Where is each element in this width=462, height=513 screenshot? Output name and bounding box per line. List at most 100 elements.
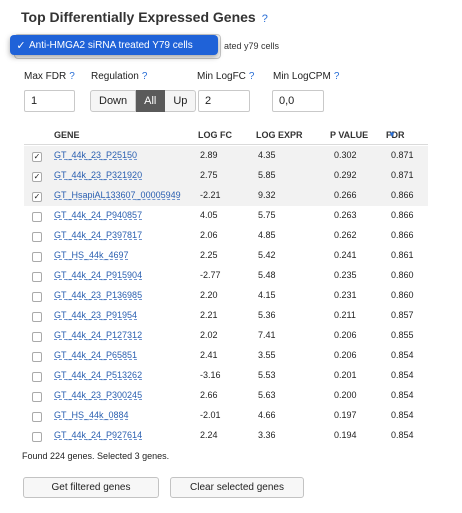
logfc-cell: 2.24 xyxy=(200,430,218,440)
logexpr-cell: 5.53 xyxy=(258,370,276,380)
row-checkbox[interactable] xyxy=(32,432,42,442)
gene-link[interactable]: GT_44k_23_P25150 xyxy=(54,150,137,160)
gene-link[interactable]: GT_44k_23_P136985 xyxy=(54,290,142,300)
logfc-cell: 2.25 xyxy=(200,250,218,260)
table-row: GT_44k_24_P940857 4.05 5.75 0.263 0.866 xyxy=(24,206,428,226)
gene-link[interactable]: GT_HS_44k_0884 xyxy=(54,410,129,420)
gene-link[interactable]: GT_HsapiAL133607_00005949 xyxy=(54,190,181,200)
fdr-cell: 0.866 xyxy=(391,230,414,240)
fdr-cell: 0.854 xyxy=(391,410,414,420)
pvalue-cell: 0.235 xyxy=(334,270,357,280)
logfc-cell: -2.77 xyxy=(200,270,221,280)
clear-selected-genes-button[interactable]: Clear selected genes xyxy=(170,477,304,498)
row-checkbox[interactable]: ✓ xyxy=(32,172,42,182)
fdr-cell: 0.854 xyxy=(391,390,414,400)
logexpr-cell: 3.55 xyxy=(258,350,276,360)
gene-link[interactable]: GT_44k_24_P397817 xyxy=(54,230,142,240)
gene-link[interactable]: GT_44k_23_P321920 xyxy=(54,170,142,180)
gene-link[interactable]: GT_44k_24_P65851 xyxy=(54,350,137,360)
row-checkbox[interactable] xyxy=(32,232,42,242)
column-logfc[interactable]: LOG FC xyxy=(198,130,232,140)
gene-link[interactable]: GT_HS_44k_4697 xyxy=(54,250,129,260)
min-logcpm-help-icon[interactable]: ? xyxy=(334,71,340,82)
column-logexpr[interactable]: LOG EXPR xyxy=(256,130,303,140)
gene-link[interactable]: GT_44k_24_P127312 xyxy=(54,330,142,340)
logexpr-cell: 5.36 xyxy=(258,310,276,320)
pvalue-cell: 0.263 xyxy=(334,210,357,220)
pvalue-cell: 0.197 xyxy=(334,410,357,420)
table-row: GT_HS_44k_0884 -2.01 4.66 0.197 0.854 xyxy=(24,406,428,426)
regulation-up-button[interactable]: Up xyxy=(165,90,197,112)
row-checkbox[interactable] xyxy=(32,332,42,342)
logexpr-cell: 9.32 xyxy=(258,190,276,200)
logexpr-cell: 5.85 xyxy=(258,170,276,180)
fdr-cell: 0.860 xyxy=(391,290,414,300)
table-row: GT_44k_24_P513262 -3.16 5.53 0.201 0.854 xyxy=(24,366,428,386)
logfc-cell: 2.89 xyxy=(200,150,218,160)
row-checkbox[interactable] xyxy=(32,312,42,322)
fdr-cell: 0.854 xyxy=(391,370,414,380)
row-checkbox[interactable] xyxy=(32,212,42,222)
gene-link[interactable]: GT_44k_24_P915904 xyxy=(54,270,142,280)
gene-link[interactable]: GT_44k_23_P300245 xyxy=(54,390,142,400)
row-checkbox[interactable] xyxy=(32,372,42,382)
pvalue-cell: 0.231 xyxy=(334,290,357,300)
table-header-divider xyxy=(24,144,428,145)
fdr-cell: 0.871 xyxy=(391,150,414,160)
pvalue-cell: 0.206 xyxy=(334,350,357,360)
row-checkbox[interactable] xyxy=(32,352,42,362)
row-checkbox[interactable]: ✓ xyxy=(32,152,42,162)
table-row: ✓ GT_HsapiAL133607_00005949 -2.21 9.32 0.266… xyxy=(24,186,428,206)
column-gene[interactable]: GENE xyxy=(54,130,80,140)
logexpr-cell: 7.41 xyxy=(258,330,276,340)
logfc-cell: -2.01 xyxy=(200,410,221,420)
logfc-cell: 2.66 xyxy=(200,390,218,400)
min-logfc-help-icon[interactable]: ? xyxy=(249,71,255,82)
gene-link[interactable]: GT_44k_23_P91954 xyxy=(54,310,137,320)
regulation-down-button[interactable]: Down xyxy=(90,90,137,112)
title-help-icon[interactable]: ? xyxy=(262,13,268,25)
logexpr-cell: 4.85 xyxy=(258,230,276,240)
table-row: GT_44k_23_P300245 2.66 5.63 0.200 0.854 xyxy=(24,386,428,406)
row-checkbox[interactable] xyxy=(32,412,42,422)
pvalue-cell: 0.206 xyxy=(334,330,357,340)
table-row: GT_44k_23_P136985 2.20 4.15 0.231 0.860 xyxy=(24,286,428,306)
get-filtered-genes-button[interactable]: Get filtered genes xyxy=(23,477,159,498)
gene-link[interactable]: GT_44k_24_P940857 xyxy=(54,210,142,220)
table-row: GT_44k_24_P927614 2.24 3.36 0.194 0.854 xyxy=(24,426,428,446)
logexpr-cell: 5.63 xyxy=(258,390,276,400)
regulation-label-text: Regulation xyxy=(91,71,139,82)
fdr-cell: 0.855 xyxy=(391,330,414,340)
results-summary: Found 224 genes. Selected 3 genes. xyxy=(22,451,170,461)
min-logcpm-label-text: Min LogCPM xyxy=(273,71,331,82)
gene-link[interactable]: GT_44k_24_P513262 xyxy=(54,370,142,380)
max-fdr-label: Max FDR? xyxy=(24,71,75,82)
table-row: ✓ GT_44k_23_P25150 2.89 4.35 0.302 0.871 xyxy=(24,146,428,166)
dataset-option-selected[interactable]: ✓ Anti-HMGA2 siRNA treated Y79 cells xyxy=(10,35,218,55)
pvalue-cell: 0.292 xyxy=(334,170,357,180)
row-checkbox[interactable] xyxy=(32,292,42,302)
column-pvalue[interactable]: P VALUE xyxy=(330,130,368,140)
pvalue-cell: 0.200 xyxy=(334,390,357,400)
fdr-cell: 0.854 xyxy=(391,430,414,440)
regulation-help-icon[interactable]: ? xyxy=(142,71,148,82)
fdr-cell: 0.871 xyxy=(391,170,414,180)
max-fdr-help-icon[interactable]: ? xyxy=(69,71,75,82)
table-row: GT_44k_24_P915904 -2.77 5.48 0.235 0.860 xyxy=(24,266,428,286)
logfc-cell: -2.21 xyxy=(200,190,221,200)
min-logfc-label-text: Min LogFC xyxy=(197,71,246,82)
row-checkbox[interactable] xyxy=(32,272,42,282)
min-logfc-input[interactable]: 2 xyxy=(198,90,250,112)
table-row: GT_44k_24_P65851 2.41 3.55 0.206 0.854 xyxy=(24,346,428,366)
regulation-all-button[interactable]: All xyxy=(136,90,166,112)
row-checkbox[interactable] xyxy=(32,252,42,262)
logexpr-cell: 4.66 xyxy=(258,410,276,420)
min-logcpm-input[interactable]: 0,0 xyxy=(272,90,324,112)
gene-link[interactable]: GT_44k_24_P927614 xyxy=(54,430,142,440)
logexpr-cell: 4.35 xyxy=(258,150,276,160)
min-logcpm-label: Min LogCPM? xyxy=(273,71,339,82)
max-fdr-input[interactable]: 1 xyxy=(24,90,75,112)
regulation-toggle: Down All Up xyxy=(90,90,197,112)
row-checkbox[interactable]: ✓ xyxy=(32,192,42,202)
row-checkbox[interactable] xyxy=(32,392,42,402)
